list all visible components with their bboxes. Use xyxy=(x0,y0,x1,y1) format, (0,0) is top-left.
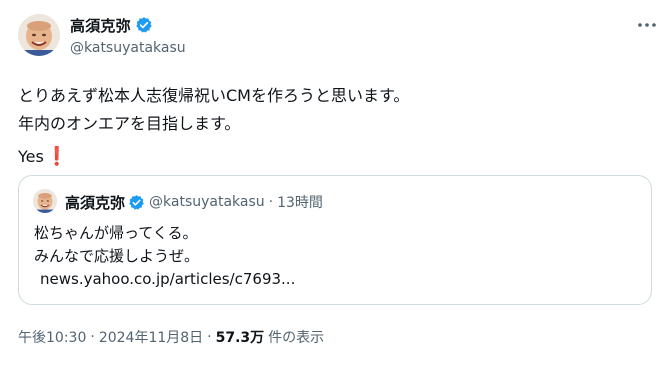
quoted-tweet-link[interactable]: news.yahoo.co.jp/articles/c7693... xyxy=(34,268,295,291)
tweet-line-yes: Yes ❗ xyxy=(18,143,658,171)
quoted-tweet-text: 松ちゃんが帰ってくる。 みんなで応援しようぜ。 news.yahoo.co.jp… xyxy=(34,222,295,291)
author-avatar[interactable] xyxy=(18,14,60,56)
dot-separator: · xyxy=(207,329,212,345)
quoted-author-name: 高須克弥 xyxy=(65,193,126,212)
author-display-name[interactable]: 高須克弥 xyxy=(70,15,131,36)
dot-separator: · xyxy=(268,194,274,210)
tweet[interactable]: 高須克弥 @katsuyatakasu とりあえず松本人志復帰祝いCMを作ろうと… xyxy=(0,0,672,369)
quoted-tweet-card[interactable]: 高須克弥 @katsuyatakasu · 13時間 松ちゃんが帰ってくる。 み… xyxy=(18,175,652,305)
quoted-tweet-line: みんなで応援しようぜ。 xyxy=(34,247,200,265)
tweet-line: とりあえず松本人志復帰祝いCMを作ろうと思います。 xyxy=(18,86,410,105)
tweet-meta: 午後10:30 · 2024年11月8日 · 57.3万 件の表示 xyxy=(18,327,324,347)
tweet-date[interactable]: 2024年11月8日 xyxy=(99,327,203,347)
quoted-author-handle: @katsuyatakasu xyxy=(149,194,265,210)
tweet-text: とりあえず松本人志復帰祝いCMを作ろうと思います。 年内のオンエアを目指します。… xyxy=(18,82,658,171)
verified-badge-icon xyxy=(128,194,145,211)
tweet-line: 年内のオンエアを目指します。 xyxy=(18,114,241,133)
author-handle[interactable]: @katsuyatakasu xyxy=(70,40,186,56)
quoted-tweet-header: 高須克弥 @katsuyatakasu · 13時間 xyxy=(65,192,323,212)
tweet-time[interactable]: 午後10:30 xyxy=(18,327,86,347)
views-count: 57.3万 xyxy=(215,330,265,346)
quoted-author-avatar xyxy=(33,189,57,213)
verified-badge-icon xyxy=(135,16,153,34)
dot-separator: · xyxy=(90,329,95,345)
more-options-icon[interactable] xyxy=(636,14,658,36)
tweet-line: Yes xyxy=(18,147,44,166)
quoted-tweet-line: 松ちゃんが帰ってくる。 xyxy=(34,224,198,242)
quoted-tweet-time: 13時間 xyxy=(277,195,323,211)
views-label: 件の表示 xyxy=(268,330,325,346)
red-exclamation-emoji: ❗ xyxy=(45,146,69,167)
